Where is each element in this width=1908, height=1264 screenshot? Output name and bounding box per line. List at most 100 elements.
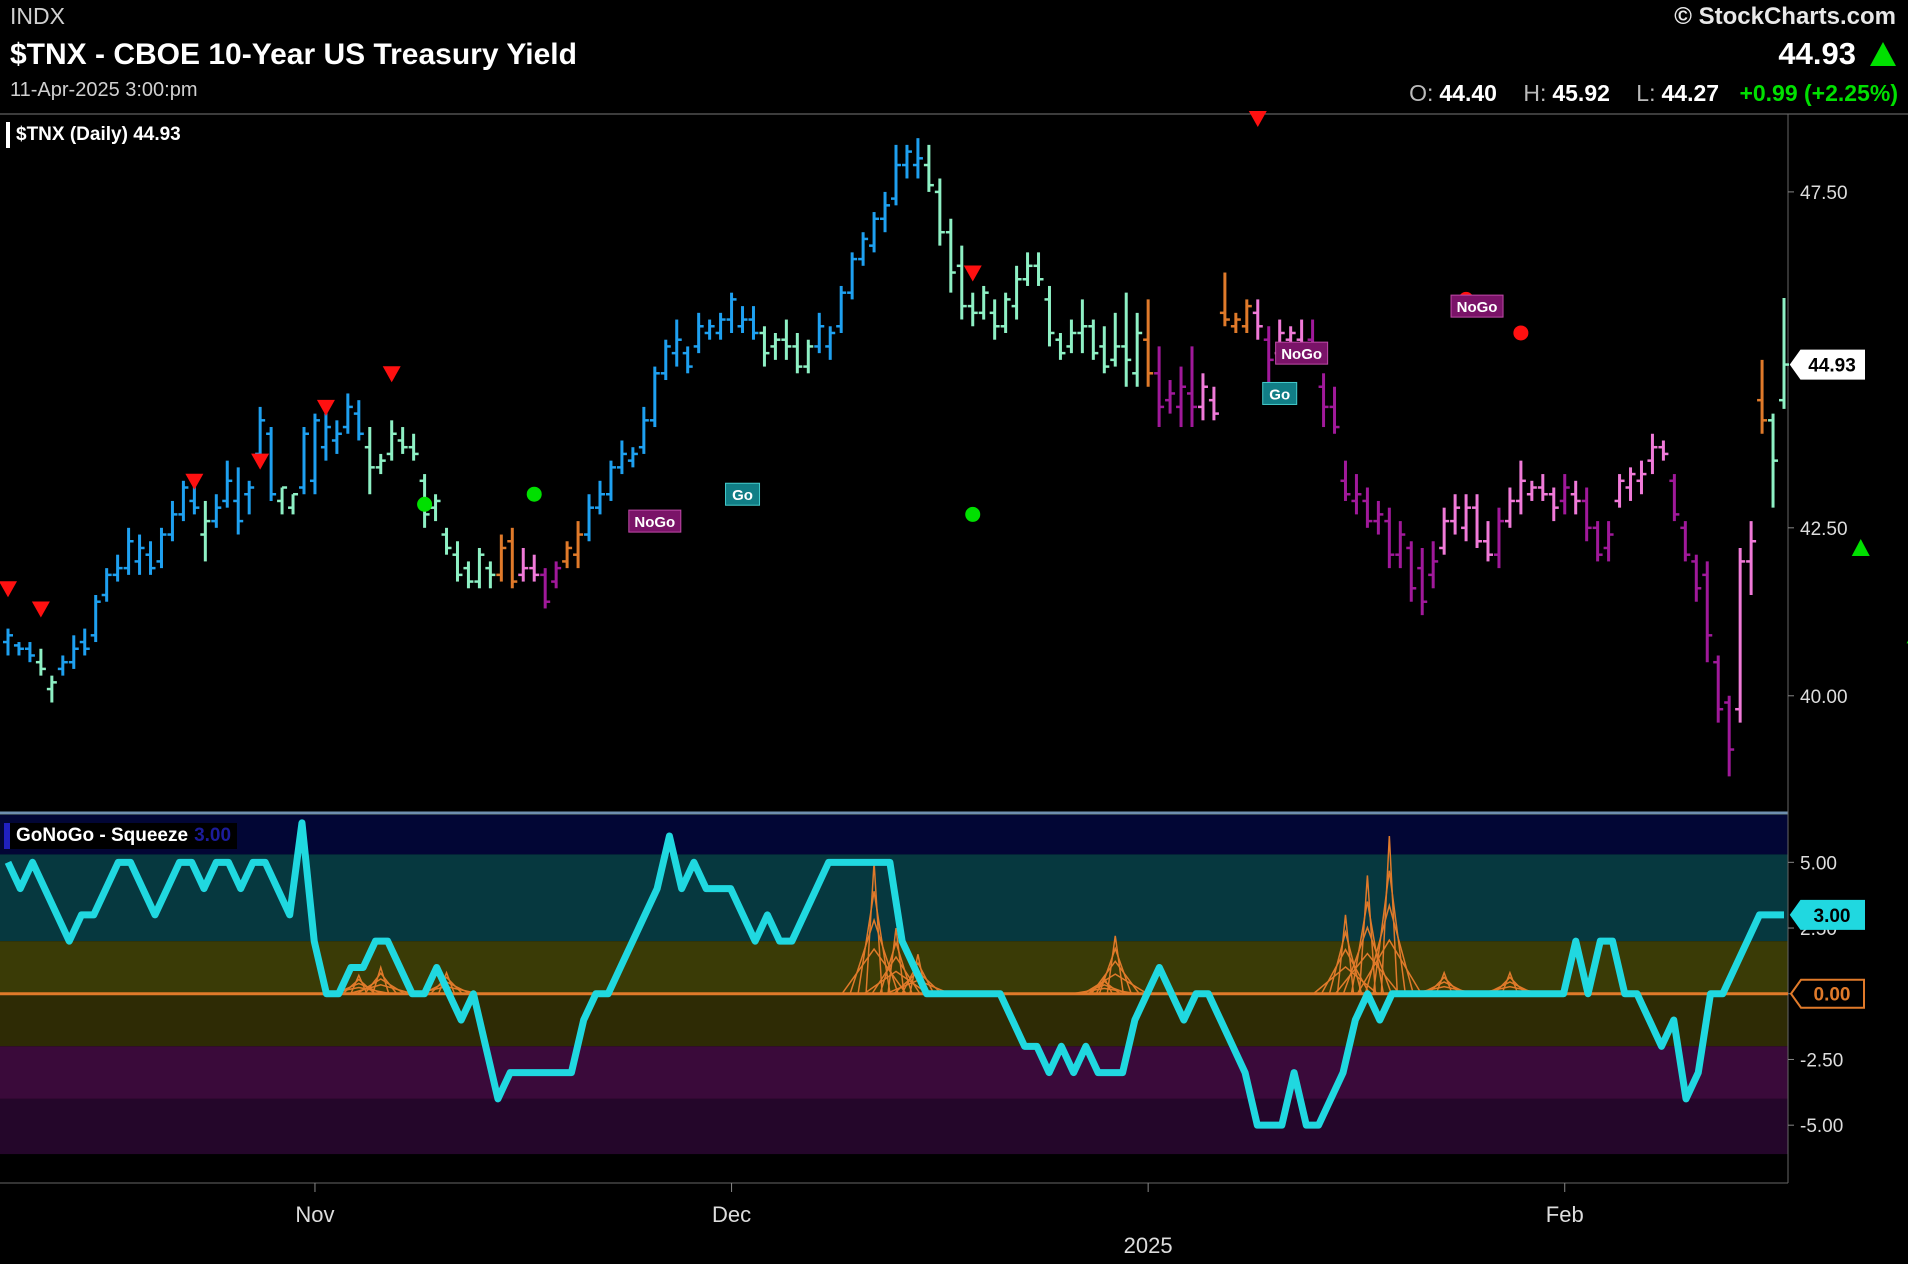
- price-bar: [255, 406, 266, 461]
- price-bar: [836, 285, 847, 333]
- price-bar: [24, 642, 35, 663]
- price-bar: [1515, 460, 1526, 515]
- price-bar: [1428, 541, 1439, 589]
- price-bar: [1395, 521, 1406, 569]
- price-bar: [1066, 319, 1077, 354]
- zone-band-3: [0, 993, 1788, 1047]
- osc-tick-label: -5.00: [1800, 1116, 1843, 1137]
- price-bar: [353, 400, 364, 441]
- price-bar: [1022, 252, 1033, 286]
- down-signal-icon: [963, 265, 982, 282]
- flag-text: 3.00: [1814, 906, 1851, 927]
- price-bar: [693, 312, 704, 354]
- price-bar: [211, 494, 222, 528]
- price-bar: [1406, 541, 1417, 602]
- price-bar: [671, 319, 682, 367]
- price-bar: [759, 326, 770, 367]
- price-bar: [562, 541, 573, 569]
- price-bar: [956, 245, 967, 320]
- price-bar: [1504, 487, 1515, 528]
- price-bar: [901, 144, 912, 179]
- price-bar: [1340, 460, 1351, 501]
- price-bar: [1154, 346, 1165, 428]
- price-bar: [825, 326, 836, 360]
- price-bar: [880, 191, 891, 233]
- price-bar: [1351, 474, 1362, 515]
- price-bar: [1219, 272, 1230, 327]
- price-bar: [244, 480, 255, 515]
- price-bar: [134, 534, 145, 575]
- price-bar: [1132, 312, 1143, 387]
- price-bar: [1669, 474, 1680, 522]
- squeeze-value-flag: 3.00: [1789, 899, 1865, 930]
- price-bar: [638, 406, 649, 454]
- price-bar: [1077, 299, 1088, 354]
- price-bar: [397, 427, 408, 454]
- price-bar: [1603, 521, 1614, 562]
- price-bar: [1241, 299, 1252, 333]
- price-bar: [1110, 312, 1121, 367]
- price-bar: [967, 292, 978, 327]
- zone-band-4: [0, 1046, 1788, 1099]
- price-bar: [912, 138, 923, 179]
- price-bar: [923, 144, 934, 192]
- price-bar: [507, 527, 518, 589]
- price-bar: [934, 178, 945, 246]
- price-tick-label: 47.50: [1800, 183, 1848, 204]
- price-bar: [496, 534, 507, 582]
- price-bar: [101, 568, 112, 602]
- price-bar: [1176, 366, 1187, 428]
- month-tick-label: Nov: [295, 1202, 334, 1227]
- price-bar: [748, 306, 759, 340]
- price-bar: [1537, 474, 1548, 501]
- price-bar: [737, 306, 748, 333]
- price-bar: [309, 413, 320, 495]
- price-bar: [1318, 373, 1329, 428]
- price-bar: [814, 312, 825, 354]
- price-bar: [463, 561, 474, 589]
- nogo-label: NoGo: [628, 509, 682, 533]
- zone-band-0: [0, 815, 1788, 855]
- price-bar: [35, 648, 46, 676]
- price-bar: [978, 285, 989, 320]
- price-bar: [1121, 292, 1132, 387]
- price-bar: [222, 460, 233, 508]
- year-tick-label: 2025: [1124, 1233, 1173, 1258]
- oscillator-legend: GoNoGo - Squeeze 3.00: [4, 823, 238, 849]
- flag-text: 44.93: [1808, 356, 1856, 377]
- chart-canvas[interactable]: NoGoGoNoGoGoNoGoGo 40.0042.5047.50-5.00-…: [0, 0, 1908, 1264]
- price-bar: [682, 346, 693, 374]
- price-bar: [704, 319, 715, 340]
- price-bar: [1230, 312, 1241, 333]
- go-label: Go: [725, 482, 761, 506]
- price-bar: [90, 595, 101, 643]
- down-signal-icon: [251, 453, 270, 470]
- price-bar: [1088, 319, 1099, 360]
- price-bar: [792, 332, 803, 374]
- price-bar: [1373, 500, 1384, 535]
- down-signal-icon: [31, 601, 50, 618]
- price-bar: [945, 218, 956, 293]
- label-text: NoGo: [634, 514, 675, 531]
- price-bar: [233, 467, 244, 535]
- price-bar: [803, 339, 814, 374]
- price-bar: [1461, 494, 1472, 542]
- price-bar: [595, 480, 605, 515]
- price-bar: [123, 527, 134, 575]
- price-bar: [430, 494, 441, 522]
- price-bar: [277, 486, 288, 515]
- price-bar: [1000, 292, 1011, 333]
- price-bar: [178, 480, 189, 522]
- price-bar: [616, 440, 627, 475]
- up-signal-icon: [1851, 538, 1870, 556]
- price-bar: [1472, 494, 1483, 548]
- last-price-flag: 44.93: [1789, 349, 1865, 380]
- price-bar: [342, 393, 353, 434]
- price-bar: [1757, 359, 1768, 434]
- price-bar: [1493, 507, 1504, 569]
- price-bar: [331, 420, 342, 454]
- down-signal-icon: [316, 399, 335, 416]
- price-bar: [858, 232, 869, 266]
- price-bar: [1055, 332, 1066, 360]
- price-bar: [452, 541, 463, 582]
